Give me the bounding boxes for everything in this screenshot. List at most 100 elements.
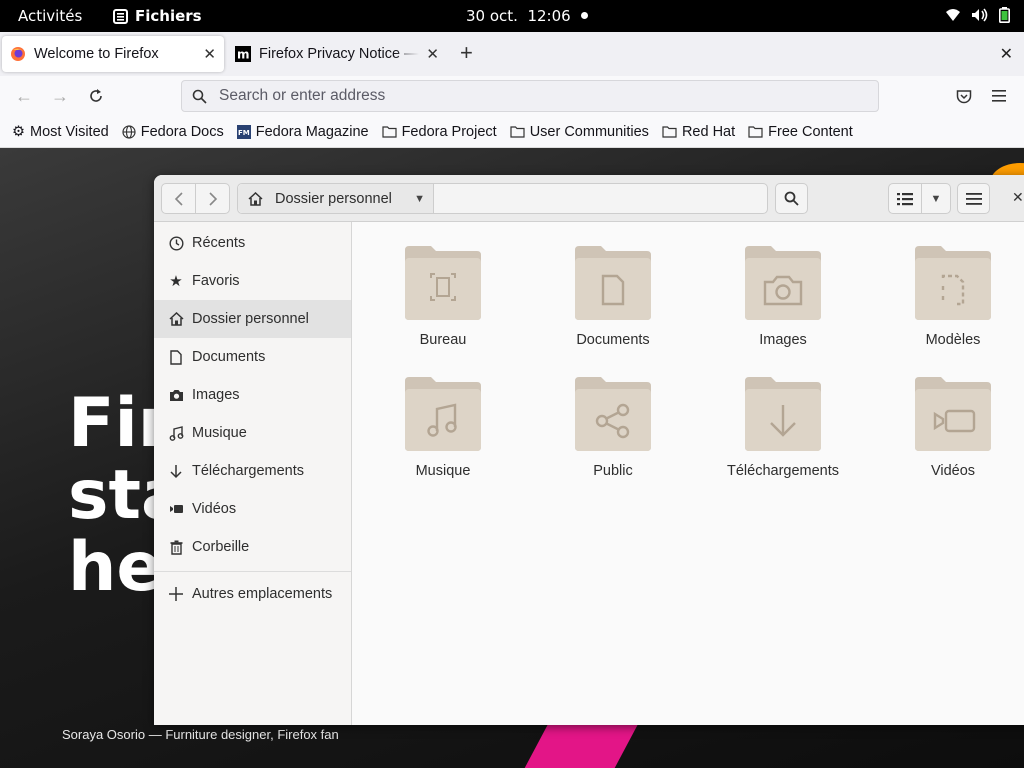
sidebar-item-music[interactable]: Musique xyxy=(154,414,351,452)
folder-label: Public xyxy=(593,463,633,479)
sidebar-label: Autres emplacements xyxy=(192,586,333,602)
notification-dot xyxy=(581,12,588,19)
reload-icon[interactable] xyxy=(85,85,107,107)
bookmark-fedora-docs[interactable]: Fedora Docs xyxy=(122,124,224,140)
pocket-icon[interactable] xyxy=(953,85,975,107)
folder-item-modeles[interactable]: Modèles xyxy=(878,242,1024,348)
folder-item-images[interactable]: Images xyxy=(708,242,858,348)
wifi-icon xyxy=(946,9,960,21)
folder-icon xyxy=(510,126,525,138)
new-tab-button[interactable]: + xyxy=(460,42,473,64)
folder-item-musique[interactable]: Musique xyxy=(368,373,518,479)
chevron-down-icon: ▼ xyxy=(414,192,425,205)
tab-privacy-notice[interactable]: m Firefox Privacy Notice — M ✕ xyxy=(227,36,447,72)
tab-close-icon[interactable]: ✕ xyxy=(426,45,439,63)
forward-button[interactable] xyxy=(195,183,230,214)
sidebar-label: Téléchargements xyxy=(192,463,305,479)
clock-icon xyxy=(168,235,184,251)
path-segment-home[interactable]: Dossier personnel ▼ xyxy=(238,184,434,213)
files-sidebar: Récents ★ Favoris Dossier personnel Docu… xyxy=(154,222,352,725)
document-icon xyxy=(170,349,182,365)
bookmark-label: Fedora Project xyxy=(401,123,497,140)
bookmarks-toolbar: ⚙ Most Visited Fedora Docs FM Fedora Magaz… xyxy=(0,116,1024,148)
decorative-shape xyxy=(508,718,642,768)
list-view-button[interactable] xyxy=(888,183,922,214)
forward-icon[interactable]: → xyxy=(49,85,71,107)
firefox-nav-bar: ← → xyxy=(0,76,1024,116)
bookmark-most-visited[interactable]: ⚙ Most Visited xyxy=(12,124,109,140)
chevron-right-icon xyxy=(208,191,217,206)
address-bar[interactable] xyxy=(181,80,879,112)
bookmark-label: User Communities xyxy=(529,123,649,140)
chevron-down-icon: ▼ xyxy=(930,192,942,205)
folder-item-bureau[interactable]: Bureau xyxy=(368,242,518,348)
folder-icon xyxy=(381,126,397,138)
sidebar-item-documents[interactable]: Documents xyxy=(154,338,351,376)
firefox-icon xyxy=(11,47,25,61)
folder-item-documents[interactable]: Documents xyxy=(538,242,688,348)
bookmark-label: Fedora Magazine xyxy=(255,123,369,140)
volume-icon xyxy=(972,8,988,22)
downloads-folder-icon xyxy=(745,377,821,451)
folder-item-videos[interactable]: Vidéos xyxy=(878,373,1024,479)
sidebar-item-favorites[interactable]: ★ Favoris xyxy=(154,262,351,300)
svg-text:m: m xyxy=(237,48,250,62)
sidebar-item-other-locations[interactable]: Autres emplacements xyxy=(154,575,351,613)
window-close-icon[interactable]: ✕ xyxy=(1000,44,1013,64)
app-menu[interactable]: Fichiers xyxy=(113,7,202,25)
files-window: Dossier personnel ▼ ▼ ✕ Récents ★ Favori… xyxy=(154,175,1024,725)
bookmark-fedora-magazine[interactable]: FM Fedora Magazine xyxy=(236,123,369,140)
sidebar-item-home[interactable]: Dossier personnel xyxy=(154,300,351,338)
plus-icon xyxy=(169,587,183,601)
bookmark-free-content[interactable]: Free Content xyxy=(748,124,853,140)
back-icon[interactable]: ← xyxy=(13,85,35,107)
documents-folder-icon xyxy=(575,246,651,320)
sidebar-item-downloads[interactable]: Téléchargements xyxy=(154,452,351,490)
folder-icon xyxy=(748,126,763,138)
sidebar-item-videos[interactable]: Vidéos xyxy=(154,490,351,528)
sidebar-divider xyxy=(154,571,351,572)
download-icon xyxy=(170,464,182,478)
activities-button[interactable]: Activités xyxy=(18,7,82,25)
pictures-folder-icon xyxy=(745,246,821,320)
search-icon xyxy=(784,191,799,206)
folder-label: Vidéos xyxy=(930,463,976,479)
sidebar-label: Corbeille xyxy=(192,539,250,555)
mozilla-m-icon: m xyxy=(235,46,251,62)
tab-close-icon[interactable]: ✕ xyxy=(203,45,216,63)
tab-welcome[interactable]: Welcome to Firefox ✕ xyxy=(2,36,224,72)
clock[interactable]: 30 oct. 12:06 xyxy=(466,7,571,25)
sidebar-item-trash[interactable]: Corbeille xyxy=(154,528,351,566)
sidebar-label: Musique xyxy=(192,425,247,441)
music-icon xyxy=(169,425,183,441)
bookmark-red-hat[interactable]: Red Hat xyxy=(662,124,735,140)
bookmark-user-communities[interactable]: User Communities xyxy=(510,124,649,140)
sidebar-label: Documents xyxy=(192,349,266,365)
url-input[interactable] xyxy=(219,87,819,105)
public-folder-icon xyxy=(575,377,651,451)
back-button[interactable] xyxy=(161,183,196,214)
tab-title: Firefox Privacy Notice — M xyxy=(259,46,419,62)
sidebar-item-images[interactable]: Images xyxy=(154,376,351,414)
files-app-icon xyxy=(113,8,128,24)
svg-text:FM: FM xyxy=(238,129,250,137)
search-button[interactable] xyxy=(775,183,808,214)
path-bar[interactable]: Dossier personnel ▼ xyxy=(237,183,768,214)
tab-title: Welcome to Firefox xyxy=(34,46,159,62)
main-menu-button[interactable] xyxy=(957,183,990,214)
menu-icon[interactable] xyxy=(989,85,1011,107)
battery-icon xyxy=(999,7,1010,23)
globe-icon xyxy=(122,124,136,139)
sidebar-label: Images xyxy=(192,387,240,403)
photo-caption: Soraya Osorio — Furniture designer, Fire… xyxy=(62,727,339,742)
folder-item-public[interactable]: Public xyxy=(538,373,688,479)
close-icon[interactable]: ✕ xyxy=(1012,189,1024,206)
system-tray[interactable] xyxy=(945,7,1010,23)
view-options-button[interactable]: ▼ xyxy=(921,183,951,214)
folder-item-telechargements[interactable]: Téléchargements xyxy=(708,373,858,479)
sidebar-label: Favoris xyxy=(192,273,240,289)
bookmark-fedora-project[interactable]: Fedora Project xyxy=(381,123,497,140)
camera-icon xyxy=(169,389,183,401)
sidebar-item-recents[interactable]: Récents xyxy=(154,224,351,262)
files-header-bar: Dossier personnel ▼ ▼ ✕ xyxy=(154,175,1024,222)
